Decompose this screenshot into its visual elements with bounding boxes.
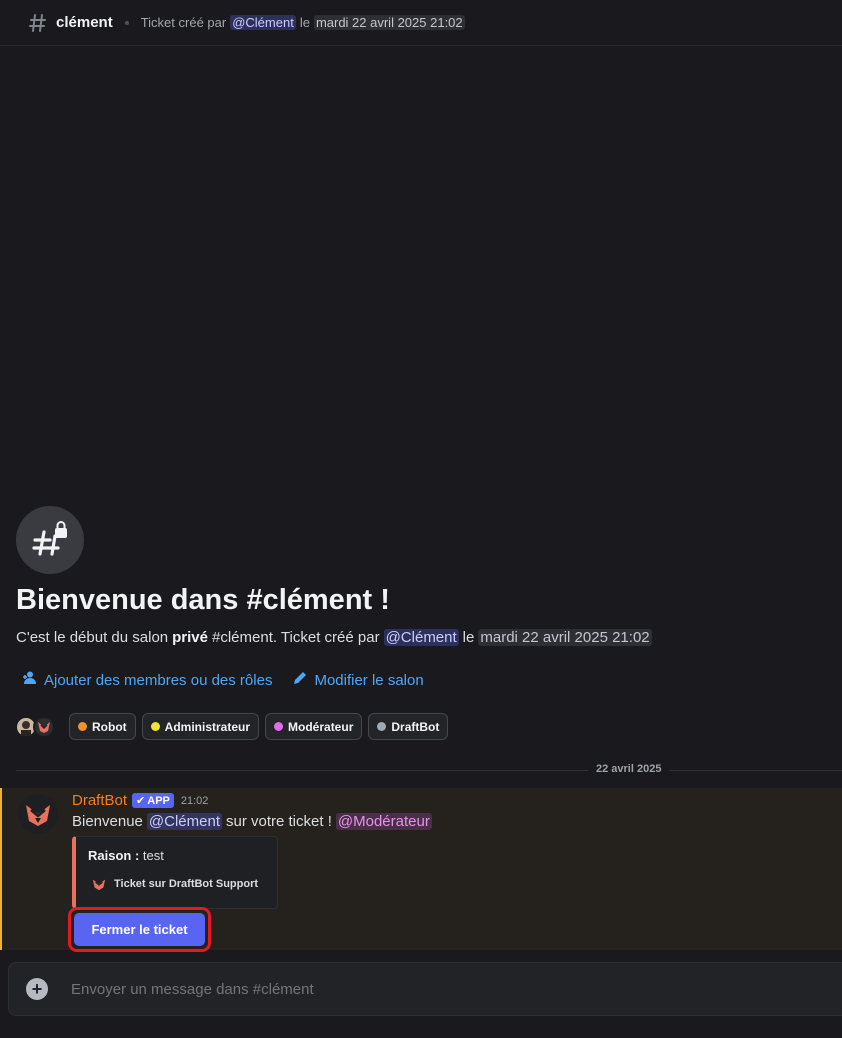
role-color-dot xyxy=(150,722,160,731)
app-badge: ✔ APP xyxy=(132,793,174,808)
avatar[interactable] xyxy=(33,715,55,738)
channel-header: clément Ticket créé par @Clément le mard… xyxy=(0,0,842,46)
message-timestamp: 21:02 xyxy=(180,794,209,807)
button-highlight-outline: Fermer le ticket xyxy=(68,907,211,952)
role-pill-moderateur[interactable]: Modérateur xyxy=(265,713,363,740)
add-members-label: Ajouter des membres ou des rôles xyxy=(44,671,273,689)
message-composer: + xyxy=(8,962,842,1016)
role-pill-administrateur[interactable]: Administrateur xyxy=(141,713,260,740)
draftbot-logo-icon xyxy=(90,875,108,893)
app-badge-label: APP xyxy=(147,794,170,807)
message-user-mention[interactable]: @Clément xyxy=(146,813,222,830)
role-name: Robot xyxy=(92,719,127,734)
message: DraftBot ✔ APP 21:02 Bienvenue @Clément … xyxy=(0,788,842,952)
pencil-icon xyxy=(292,670,308,690)
verified-check-icon: ✔ xyxy=(136,795,146,807)
welcome-title: Bienvenue dans #clément ! xyxy=(16,584,390,616)
welcome-sub-private: privé xyxy=(172,629,208,646)
role-color-dot xyxy=(274,722,284,731)
message-role-mention[interactable]: @Modérateur xyxy=(335,813,432,830)
message-author[interactable]: DraftBot xyxy=(72,792,127,809)
topic-user-mention[interactable]: @Clément xyxy=(230,15,296,30)
add-attachment-icon[interactable]: + xyxy=(26,978,48,1000)
edit-channel-button[interactable]: Modifier le salon xyxy=(292,670,424,690)
message-content: Bienvenue @Clément sur votre ticket ! @M… xyxy=(72,813,432,830)
bot-avatar[interactable] xyxy=(18,794,58,834)
message-prefix: Bienvenue xyxy=(72,813,143,830)
topic-prefix: Ticket créé par xyxy=(140,15,227,30)
welcome-sub-prefix: C'est le début du salon xyxy=(16,629,169,646)
welcome-sub-mid: le xyxy=(462,629,475,646)
message-input[interactable] xyxy=(71,980,842,998)
embed-field-value: test xyxy=(142,848,164,863)
message-header: DraftBot ✔ APP 21:02 xyxy=(72,792,208,809)
date-divider xyxy=(16,770,842,771)
topic-timestamp: mardi 22 avril 2025 21:02 xyxy=(313,15,465,30)
welcome-subtitle: C'est le début du salon privé #clément. … xyxy=(16,629,652,646)
embed-footer: Ticket sur DraftBot Support xyxy=(90,875,258,893)
add-member-icon xyxy=(22,670,38,690)
welcome-sub-channel: #clément. Ticket créé par xyxy=(212,629,380,646)
role-pill-draftbot[interactable]: DraftBot xyxy=(368,713,449,740)
add-members-button[interactable]: Ajouter des membres ou des rôles xyxy=(22,670,272,690)
message-embed: Raison : test Ticket sur DraftBot Suppor… xyxy=(72,836,278,909)
private-channel-icon xyxy=(16,506,84,574)
welcome-user-mention[interactable]: @Clément xyxy=(383,629,459,646)
role-pill-robot[interactable]: Robot xyxy=(69,713,136,740)
topic-mid: le xyxy=(299,15,310,30)
channel-actions: Ajouter des membres ou des rôles Modifie… xyxy=(22,670,424,690)
channel-topic: Ticket créé par @Clément le mardi 22 avr… xyxy=(141,15,465,30)
embed-field: Raison : test xyxy=(88,848,164,863)
embed-footer-text: Ticket sur DraftBot Support xyxy=(114,878,259,890)
role-color-dot xyxy=(377,722,387,731)
role-color-dot xyxy=(78,722,87,731)
role-name: Administrateur xyxy=(164,719,251,734)
embed-field-name: Raison : xyxy=(88,848,140,863)
member-avatars xyxy=(15,715,55,738)
close-ticket-button[interactable]: Fermer le ticket xyxy=(74,913,205,946)
message-mid: sur votre ticket ! xyxy=(226,813,332,830)
role-name: DraftBot xyxy=(391,719,440,734)
channel-name: clément xyxy=(56,14,113,31)
role-name: Modérateur xyxy=(288,719,354,734)
date-divider-label: 22 avril 2025 xyxy=(588,763,670,775)
channel-roles-row: Robot Administrateur Modérateur DraftBot xyxy=(15,713,449,740)
edit-channel-label: Modifier le salon xyxy=(314,671,424,689)
channel-hash-icon xyxy=(28,13,48,33)
header-separator xyxy=(124,20,129,25)
welcome-timestamp: mardi 22 avril 2025 21:02 xyxy=(478,629,652,646)
